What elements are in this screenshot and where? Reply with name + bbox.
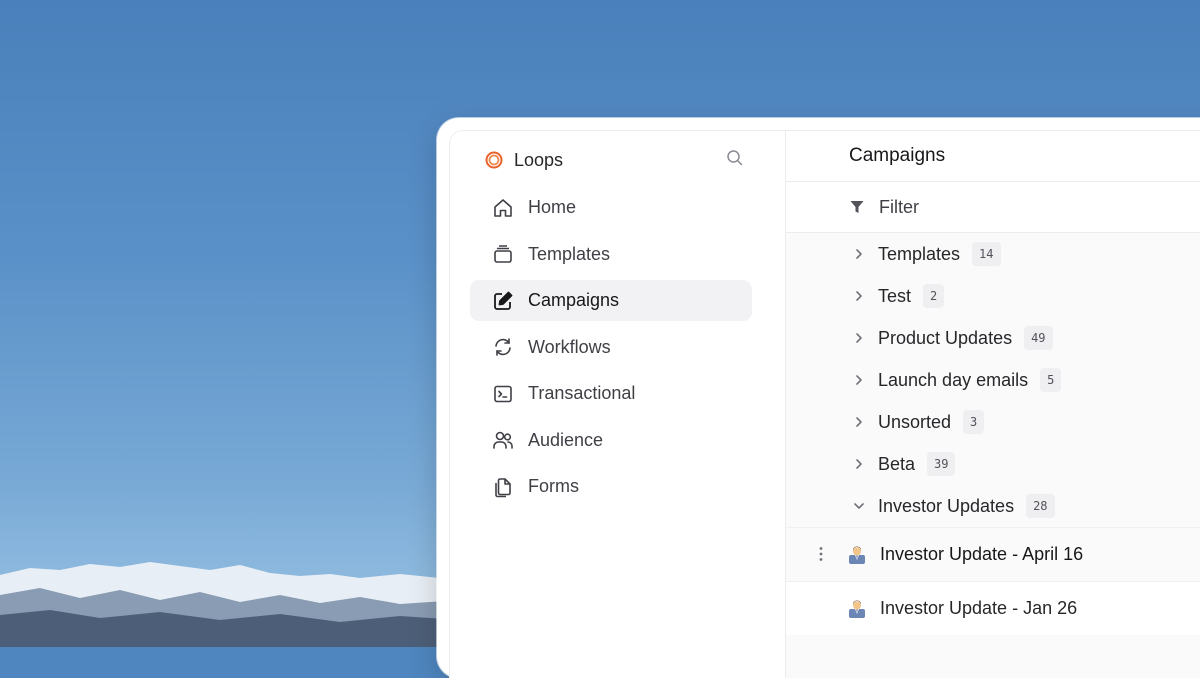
count-badge: 3 — [963, 410, 985, 434]
filter-icon — [850, 201, 864, 213]
sidebar-item-label: Workflows — [528, 336, 611, 357]
main-panel: Campaigns Filter Templates 14 Test 2 Pro… — [786, 131, 1200, 678]
app-frame: Loops Home Templates Campaigns Workflows… — [449, 130, 1200, 678]
brand[interactable]: Loops — [484, 146, 563, 174]
page-title: Campaigns — [849, 145, 946, 166]
more-options-icon[interactable] — [816, 544, 826, 564]
refresh-icon — [492, 336, 514, 358]
person-emoji-icon — [849, 600, 865, 618]
sidebar-item-label: Campaigns — [528, 290, 620, 310]
folder-name: Test — [878, 285, 912, 306]
background-mountains — [0, 562, 460, 647]
folder-row-launch-day-emails[interactable]: Launch day emails 5 — [786, 359, 1200, 401]
search-icon — [727, 150, 743, 166]
count-badge: 39 — [927, 452, 956, 476]
templates-icon — [492, 243, 514, 265]
campaign-name: Investor Update - April 16 — [880, 544, 1084, 564]
folder-list: Templates 14 Test 2 Product Updates 49 L… — [786, 233, 1200, 527]
campaign-row[interactable]: Investor Update - April 16 — [786, 527, 1200, 581]
home-icon — [492, 197, 514, 219]
count-badge: 5 — [1040, 368, 1062, 392]
sidebar-nav: Home Templates Campaigns Workflows Trans… — [470, 187, 752, 513]
sidebar-item-transactional[interactable]: Transactional — [470, 373, 752, 414]
sidebar-item-label: Audience — [528, 429, 604, 450]
terminal-icon — [492, 383, 514, 405]
sidebar-item-home[interactable]: Home — [470, 187, 752, 228]
chevron-down-icon — [852, 499, 866, 513]
sidebar-item-label: Forms — [528, 476, 579, 496]
chevron-right-icon — [852, 289, 866, 303]
chevron-right-icon — [852, 457, 866, 471]
folder-name: Templates — [878, 243, 961, 264]
folder-name: Product Updates — [878, 327, 1013, 348]
folder-row-test[interactable]: Test 2 — [786, 275, 1200, 317]
folder-name: Launch day emails — [878, 369, 1029, 390]
sidebar-item-templates[interactable]: Templates — [470, 234, 752, 275]
search-button[interactable] — [724, 147, 746, 169]
folder-name: Unsorted — [878, 411, 952, 432]
chevron-right-icon — [852, 331, 866, 345]
folder-name: Beta — [878, 453, 916, 474]
chevron-right-icon — [852, 247, 866, 261]
brand-name: Loops — [514, 149, 564, 170]
chevron-right-icon — [852, 373, 866, 387]
sidebar-item-label: Home — [528, 197, 577, 217]
campaign-name: Investor Update - Jan 26 — [880, 598, 1078, 618]
users-icon — [492, 429, 514, 451]
sidebar-item-forms[interactable]: Forms — [470, 466, 752, 507]
chevron-right-icon — [852, 415, 866, 429]
count-badge: 49 — [1024, 326, 1053, 350]
sidebar-item-campaigns[interactable]: Campaigns — [470, 280, 752, 321]
filter-label: Filter — [879, 196, 919, 217]
filter-button[interactable]: Filter — [786, 182, 1200, 233]
main-header: Campaigns — [786, 131, 1200, 182]
count-badge: 2 — [923, 284, 945, 308]
sidebar-item-workflows[interactable]: Workflows — [470, 327, 752, 368]
folder-name: Investor Updates — [878, 495, 1015, 516]
folder-row-beta[interactable]: Beta 39 — [786, 443, 1200, 485]
person-emoji-icon — [849, 546, 865, 564]
sidebar: Loops Home Templates Campaigns Workflows… — [450, 131, 786, 678]
folder-row-product-updates[interactable]: Product Updates 49 — [786, 317, 1200, 359]
folder-row-unsorted[interactable]: Unsorted 3 — [786, 401, 1200, 443]
folder-row-investor-updates[interactable]: Investor Updates 28 — [786, 485, 1200, 527]
edit-icon — [492, 290, 514, 312]
sidebar-item-audience[interactable]: Audience — [470, 420, 752, 461]
loops-logo-icon — [484, 150, 504, 170]
campaign-row[interactable]: Investor Update - Jan 26 — [786, 581, 1200, 635]
files-icon — [492, 476, 514, 498]
count-badge: 28 — [1026, 494, 1055, 518]
sidebar-item-label: Transactional — [528, 383, 636, 403]
folder-row-templates[interactable]: Templates 14 — [786, 233, 1200, 275]
sidebar-item-label: Templates — [528, 243, 611, 264]
app-window: Loops Home Templates Campaigns Workflows… — [437, 118, 1200, 678]
count-badge: 14 — [972, 242, 1001, 266]
